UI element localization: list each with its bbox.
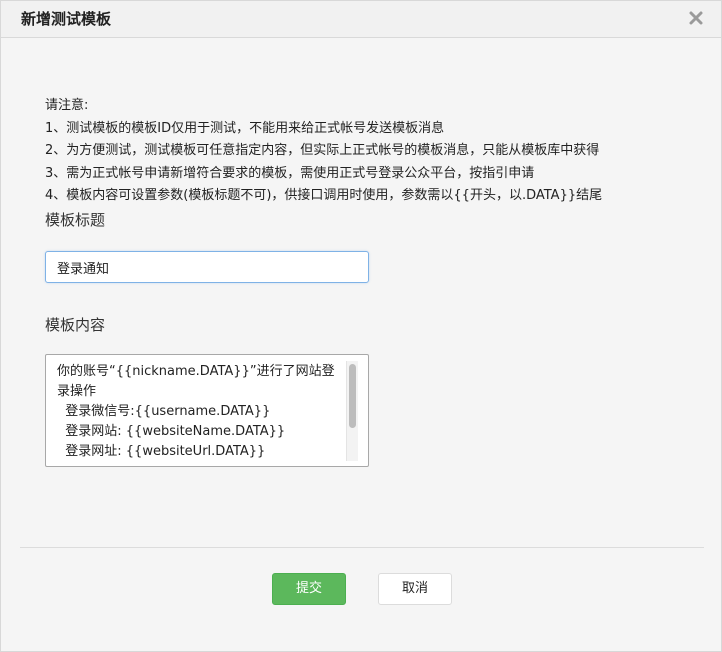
template-content-text: 你的账号“{{nickname.DATA}}”进行了网站登录操作 登录微信号:{…	[57, 364, 335, 459]
dialog-header: 新增测试模板	[1, 1, 721, 38]
close-button[interactable]	[687, 9, 705, 27]
template-title-input[interactable]	[45, 251, 369, 283]
template-content-label: 模板内容	[45, 316, 106, 334]
cancel-button[interactable]: 取消	[378, 573, 452, 605]
notice-line: 2、为方便测试，测试模板可任意指定内容，但实际上正式帐号的模板消息，只能从模板库…	[45, 143, 600, 158]
notice-line: 3、需为正式帐号申请新增符合要求的模板，需使用正式号登录公众平台，按指引申请	[45, 165, 535, 181]
notice-block: 请注意: 1、测试模板的模板ID仅用于测试，不能用来给正式帐号发送模板消息 2、…	[45, 95, 685, 208]
content-scrollbar[interactable]	[346, 361, 358, 461]
close-icon	[689, 11, 703, 25]
template-content-textarea[interactable]: 你的账号“{{nickname.DATA}}”进行了网站登录操作 登录微信号:{…	[45, 354, 369, 467]
dialog-title: 新增测试模板	[21, 10, 112, 28]
content-scrollbar-thumb[interactable]	[349, 364, 356, 428]
submit-button[interactable]: 提交	[272, 573, 346, 605]
notice-line: 4、模板内容可设置参数(模板标题不可)，供接口调用时使用，参数需以{{开头，以.…	[45, 188, 603, 203]
dialog: 新增测试模板 请注意: 1、测试模板的模板ID仅用于测试，不能用来给正式帐号发送…	[0, 0, 722, 652]
notice-line: 1、测试模板的模板ID仅用于测试，不能用来给正式帐号发送模板消息	[45, 120, 445, 136]
notice-heading: 请注意:	[45, 98, 89, 113]
template-title-label: 模板标题	[45, 211, 106, 229]
footer-divider	[20, 547, 704, 548]
